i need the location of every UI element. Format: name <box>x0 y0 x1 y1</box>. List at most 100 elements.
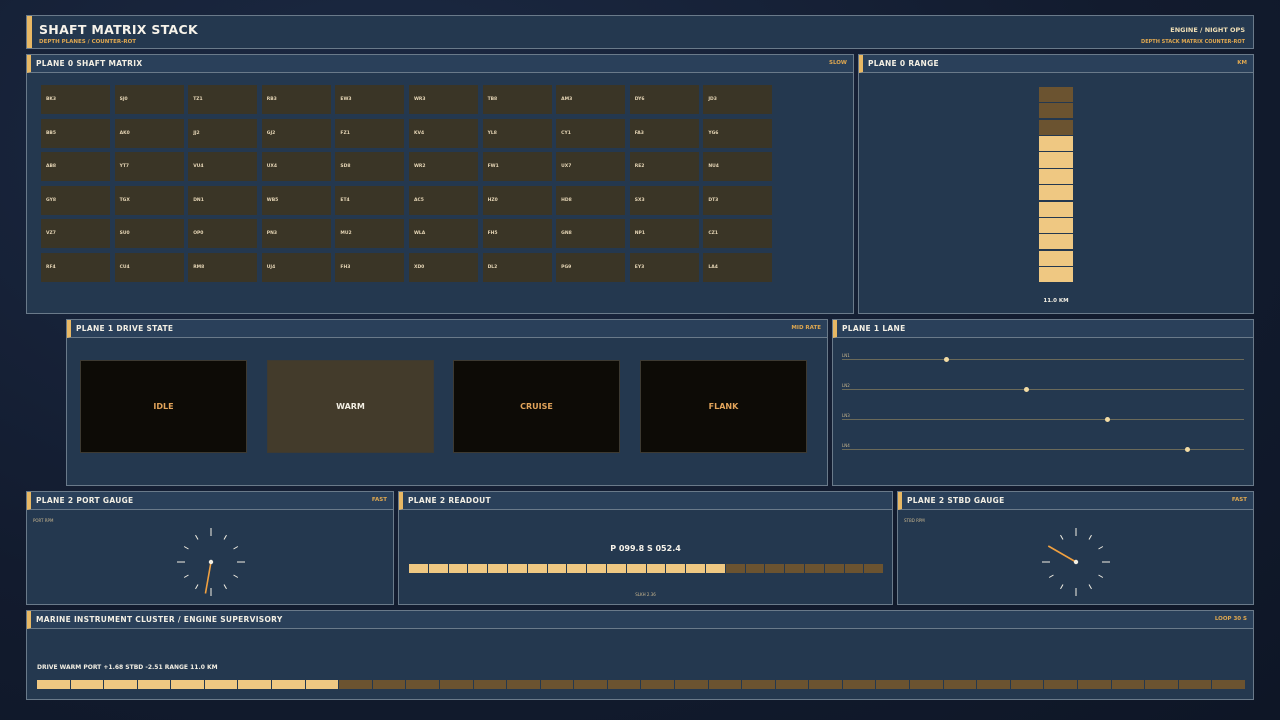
matrix-cell-label: HD8 <box>561 197 572 203</box>
matrix-cell[interactable]: KV4 <box>408 118 478 148</box>
matrix-cell-label: MU2 <box>340 231 352 236</box>
lane-slider-track[interactable] <box>842 419 1244 420</box>
matrix-cell[interactable]: WLA <box>408 219 478 248</box>
lane-slider-track[interactable] <box>842 389 1244 390</box>
matrix-cell[interactable]: BB5 <box>41 118 110 148</box>
matrix-cell-label: ET4 <box>340 197 350 203</box>
lane-slider-track[interactable] <box>842 449 1244 450</box>
state-button-flank[interactable]: FLANK <box>640 360 807 453</box>
matrix-cell[interactable]: DT3 <box>703 185 773 215</box>
readout-segment <box>765 564 785 573</box>
matrix-cell[interactable]: SX3 <box>629 185 699 215</box>
panel-title: MARINE INSTRUMENT CLUSTER / ENGINE SUPER… <box>36 615 283 624</box>
matrix-cell[interactable]: AB8 <box>41 152 110 181</box>
readout-segment <box>428 564 448 573</box>
matrix-cell[interactable]: UX4 <box>261 152 331 181</box>
matrix-cell[interactable]: AM3 <box>556 85 626 114</box>
panel-header: PLANE 2 READOUT <box>399 492 892 510</box>
lane-slider-handle[interactable] <box>1024 387 1030 392</box>
matrix-cell[interactable]: TGX <box>114 185 184 215</box>
matrix-cell[interactable]: UJ4 <box>261 252 331 282</box>
matrix-cell[interactable]: EY3 <box>629 252 699 282</box>
lane-slider-track[interactable] <box>842 359 1244 360</box>
matrix-cell-label: RE2 <box>634 164 645 169</box>
matrix-cell[interactable]: HD8 <box>556 185 626 215</box>
matrix-cell[interactable]: CY1 <box>556 118 626 148</box>
matrix-cell[interactable]: VZ7 <box>41 219 110 248</box>
matrix-cell[interactable]: JD3 <box>703 85 773 114</box>
matrix-cell[interactable]: FZ1 <box>335 118 405 148</box>
matrix-cell[interactable]: FW1 <box>482 152 552 181</box>
matrix-cell[interactable]: PN3 <box>261 219 331 248</box>
matrix-cell[interactable]: DY6 <box>629 85 699 114</box>
matrix-cell[interactable]: BK3 <box>41 85 110 114</box>
matrix-cell-label: AC5 <box>413 197 424 203</box>
matrix-cell[interactable]: WR2 <box>408 152 478 181</box>
matrix-cell[interactable]: DL2 <box>482 252 552 282</box>
matrix-cell[interactable]: YG6 <box>703 118 773 148</box>
matrix-cell[interactable]: YT7 <box>114 152 184 181</box>
matrix-cell[interactable]: UX7 <box>556 152 626 181</box>
lane-slider-handle[interactable] <box>1185 447 1191 452</box>
matrix-cell[interactable]: SJ0 <box>114 85 184 114</box>
loop-segment <box>842 680 876 689</box>
matrix-cell[interactable]: EW3 <box>335 85 405 114</box>
matrix-cell[interactable]: LA4 <box>703 252 773 282</box>
matrix-cell[interactable]: JJ2 <box>188 118 258 148</box>
lane-slider-handle[interactable] <box>944 357 950 362</box>
matrix-cell[interactable]: MU2 <box>335 219 405 248</box>
panel-title: PLANE 1 LANE <box>842 324 906 333</box>
matrix-cell[interactable]: TZ1 <box>188 85 258 114</box>
matrix-cell[interactable]: RM8 <box>188 252 258 282</box>
matrix-cell[interactable]: DN1 <box>188 185 258 215</box>
app-header: SHAFT MATRIX STACK DEPTH PLANES / COUNTE… <box>26 15 1254 49</box>
matrix-cell[interactable]: RF4 <box>41 252 110 282</box>
state-button-cruise[interactable]: CRUISE <box>453 360 620 453</box>
matrix-cell[interactable]: AK0 <box>114 118 184 148</box>
matrix-cell[interactable]: FH3 <box>335 252 405 282</box>
readout-segment <box>626 564 646 573</box>
matrix-cell[interactable]: WR3 <box>408 85 478 114</box>
matrix-cell[interactable]: FA3 <box>629 118 699 148</box>
matrix-cell[interactable]: GN8 <box>556 219 626 248</box>
readout-segment <box>507 564 527 573</box>
matrix-cell[interactable]: HZ0 <box>482 185 552 215</box>
mode-label: ENGINE / NIGHT OPS <box>1170 26 1245 34</box>
matrix-cell[interactable]: SD8 <box>335 152 405 181</box>
readout-segment <box>646 564 666 573</box>
matrix-cell[interactable]: RB3 <box>261 85 331 114</box>
matrix-cell[interactable]: YL8 <box>482 118 552 148</box>
matrix-cell[interactable]: NP1 <box>629 219 699 248</box>
matrix-cell[interactable]: CU4 <box>114 252 184 282</box>
matrix-cell[interactable]: PG9 <box>556 252 626 282</box>
panel-tag: KM <box>1237 60 1247 66</box>
matrix-cell[interactable]: RE2 <box>629 152 699 181</box>
range-bar <box>1039 87 1073 283</box>
state-button-warm[interactable]: WARM <box>267 360 434 453</box>
matrix-cell[interactable]: NU4 <box>703 152 773 181</box>
drive-state-panel: PLANE 1 DRIVE STATE MID RATE IDLE WARM C… <box>66 319 828 486</box>
matrix-cell[interactable]: VU4 <box>188 152 258 181</box>
matrix-cell-label: WB5 <box>266 197 279 203</box>
matrix-cell[interactable]: FH5 <box>482 219 552 248</box>
lane-slider-handle[interactable] <box>1104 417 1110 422</box>
matrix-cell-label: CZ1 <box>708 231 719 236</box>
matrix-cell[interactable]: GJ2 <box>261 118 331 148</box>
matrix-cell[interactable]: ET4 <box>335 185 405 215</box>
panel-header: MARINE INSTRUMENT CLUSTER / ENGINE SUPER… <box>27 611 1253 629</box>
port-rpm-gauge <box>177 528 245 596</box>
range-segment <box>1039 234 1073 250</box>
matrix-cell[interactable]: WB5 <box>261 185 331 215</box>
state-button-idle[interactable]: IDLE <box>80 360 247 453</box>
matrix-cell[interactable]: TB8 <box>482 85 552 114</box>
range-segment <box>1039 168 1073 184</box>
matrix-cell[interactable]: XD0 <box>408 252 478 282</box>
matrix-cell[interactable]: CZ1 <box>703 219 773 248</box>
gauge-tick <box>1060 584 1064 590</box>
matrix-cell-label: FA3 <box>634 130 644 136</box>
matrix-cell[interactable]: AC5 <box>408 185 478 215</box>
matrix-cell[interactable]: OP0 <box>188 219 258 248</box>
matrix-cell[interactable]: SU0 <box>114 219 184 248</box>
matrix-cell[interactable]: GY8 <box>41 185 110 215</box>
matrix-cell-label: DT3 <box>708 197 719 203</box>
